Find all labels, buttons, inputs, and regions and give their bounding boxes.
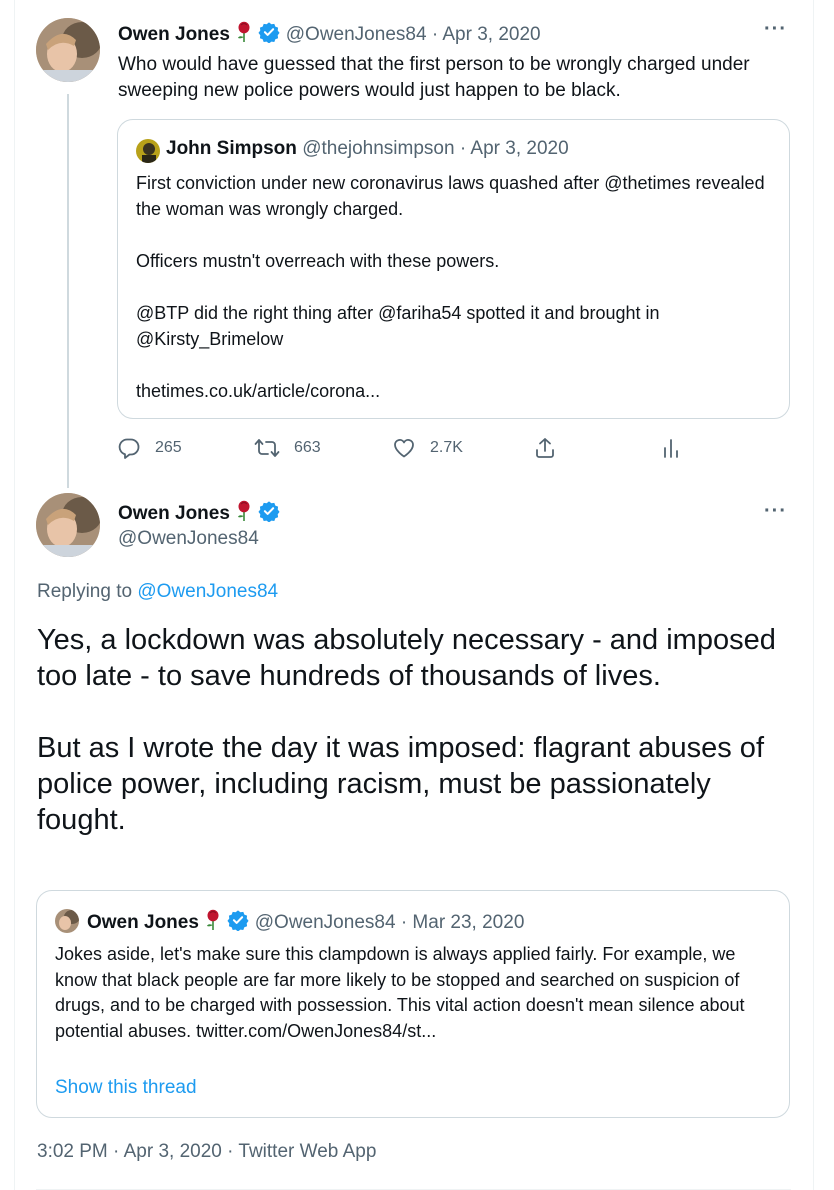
tweet2-source[interactable]: Twitter Web App xyxy=(238,1141,376,1162)
tweet2-author-name[interactable]: Owen Jones xyxy=(118,503,230,524)
quoted-date: Mar 23, 2020 xyxy=(412,912,525,934)
quoted-tweet-body: First conviction under new coronavirus l… xyxy=(136,170,776,404)
replying-to-link[interactable]: @OwenJones84 xyxy=(137,581,278,602)
retweet-count: 663 xyxy=(294,439,321,456)
tweet2-handle[interactable]: @OwenJones84 xyxy=(118,528,259,550)
heart-icon xyxy=(394,439,414,458)
tweet1-text: Who would have guessed that the first pe… xyxy=(118,54,750,101)
separator-dot: · xyxy=(459,138,467,159)
tweet1-header: Owen Jones @OwenJones84 · Apr 3, 2020 xyxy=(118,21,541,49)
reply-icon xyxy=(118,438,140,459)
more-dots-icon[interactable]: ··· xyxy=(764,500,787,523)
reply-button[interactable]: 265 xyxy=(117,436,182,460)
rose-emoji-icon xyxy=(235,21,253,49)
tweet2-date[interactable]: Apr 3, 2020 xyxy=(124,1141,222,1162)
replying-prefix: Replying to xyxy=(37,581,133,602)
owen-jones-avatar[interactable] xyxy=(36,493,100,557)
separator-dot: · xyxy=(431,24,439,46)
quoted-handle: @OwenJones84 xyxy=(254,912,396,934)
retweet-icon xyxy=(254,439,280,457)
quoted-handle: @thejohnsimpson xyxy=(302,138,455,159)
quoted-paragraph: Officers mustn't overreach with these po… xyxy=(136,251,500,271)
owen-jones-avatar[interactable] xyxy=(36,18,100,82)
quoted-author-name: Owen Jones xyxy=(87,912,199,934)
share-button[interactable] xyxy=(533,436,571,460)
tweet2-paragraph: Yes, a lockdown was absolutely necessary… xyxy=(37,624,776,692)
tweet2-timestamp: 3:02 PM · Apr 3, 2020 · Twitter Web App xyxy=(37,1141,376,1163)
reply-count: 265 xyxy=(155,439,182,456)
rose-emoji-icon xyxy=(235,500,253,528)
tweet2-paragraph: But as I wrote the day it was imposed: f… xyxy=(37,732,764,836)
tweet2-time[interactable]: 3:02 PM xyxy=(37,1141,108,1162)
quoted-tweet-body: Jokes aside, let's make sure this clampd… xyxy=(55,944,745,1041)
quoted-tweet-header: John Simpson @thejohnsimpson · Apr 3, 20… xyxy=(166,138,569,160)
tweet2-author-name-row: Owen Jones xyxy=(118,500,281,528)
tweet2-text: Yes, a lockdown was absolutely necessary… xyxy=(37,622,807,838)
verified-badge-icon xyxy=(258,21,281,49)
tweet1-handle[interactable]: @OwenJones84 xyxy=(286,24,427,45)
tweet1-date[interactable]: Apr 3, 2020 xyxy=(442,24,540,45)
retweet-button[interactable]: 663 xyxy=(254,436,321,460)
separator-dot: · xyxy=(113,1141,120,1162)
show-this-thread-link[interactable]: Show this thread xyxy=(55,1077,197,1099)
share-icon xyxy=(536,438,554,458)
owen-jones-small-avatar xyxy=(55,909,79,933)
quoted-paragraph: @BTP did the right thing after @fariha54… xyxy=(136,303,660,349)
john-simpson-avatar xyxy=(136,139,160,163)
separator-dot: · xyxy=(227,1141,234,1162)
quoted-link: thetimes.co.uk/article/corona... xyxy=(136,381,381,401)
more-dots-icon[interactable]: ··· xyxy=(764,18,787,41)
tweet1-author-name[interactable]: Owen Jones xyxy=(118,24,230,45)
quoted-date: Apr 3, 2020 xyxy=(470,138,569,159)
quoted-paragraph: First conviction under new coronavirus l… xyxy=(136,173,765,219)
verified-badge-icon xyxy=(258,500,281,528)
quoted-tweet-header: Owen Jones @OwenJones84 · Mar 23, 2020 xyxy=(87,909,524,937)
separator-dot: · xyxy=(400,912,408,934)
thread-connector-line xyxy=(67,94,69,488)
like-count: 2.7K xyxy=(430,439,463,456)
replying-to-line: Replying to @OwenJones84 xyxy=(37,581,278,603)
analytics-icon xyxy=(664,439,678,458)
analytics-button[interactable] xyxy=(661,436,695,460)
quoted-author-name: John Simpson xyxy=(166,138,297,159)
rose-emoji-icon xyxy=(204,909,222,937)
tweet1-quoted-tweet[interactable]: John Simpson @thejohnsimpson · Apr 3, 20… xyxy=(117,119,790,419)
tweet2-quoted-tweet[interactable]: Owen Jones @OwenJones84 · Mar 23, 2020 J… xyxy=(36,890,790,1118)
tweet1-action-bar: 265 663 2.7K xyxy=(117,436,697,466)
verified-badge-icon xyxy=(227,909,250,937)
like-button[interactable]: 2.7K xyxy=(392,436,463,460)
